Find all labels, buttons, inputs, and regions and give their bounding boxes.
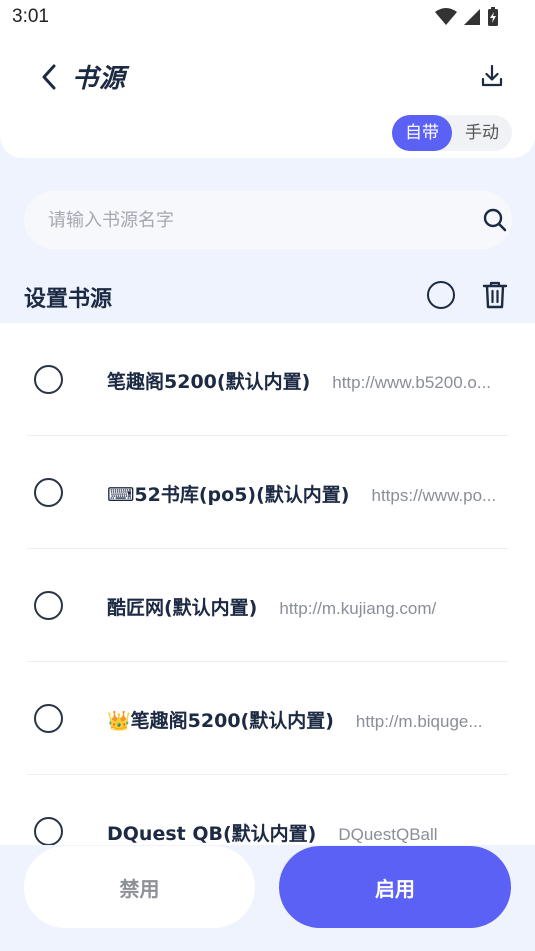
header-card: 3:01 书源 自带 手动 [0, 0, 535, 158]
status-icons [435, 7, 499, 27]
list-item[interactable]: ⌨52书库(po5)(默认内置) https://www.po... [0, 436, 535, 549]
item-text: ⌨52书库(po5)(默认内置) https://www.po... [107, 480, 507, 507]
source-url: http://m.biquge... [355, 712, 483, 731]
source-name: DQuest QB(默认内置) [107, 823, 317, 845]
bottom-action-bar: 禁用 启用 [0, 845, 535, 951]
download-icon [481, 64, 503, 87]
trash-icon [482, 281, 508, 309]
back-button[interactable] [36, 62, 62, 92]
list-item[interactable]: 笔趣阁5200(默认内置) http://www.b5200.o... [0, 323, 535, 436]
list-item[interactable]: 👑笔趣阁5200(默认内置) http://m.biquge... [0, 662, 535, 775]
status-bar: 3:01 [0, 0, 535, 36]
source-url: https://www.po... [371, 486, 497, 505]
chevron-left-icon [42, 64, 56, 90]
search-bar [24, 191, 512, 249]
search-button[interactable] [482, 207, 508, 233]
battery-icon [488, 7, 498, 26]
item-text: 👑笔趣阁5200(默认内置) http://m.biquge... [107, 706, 507, 733]
enable-button[interactable]: 启用 [279, 846, 511, 928]
item-radio[interactable] [34, 591, 63, 620]
mode-toggle: 自带 手动 [392, 115, 512, 151]
list-item[interactable]: 酷匠网(默认内置) http://m.kujiang.com/ [0, 549, 535, 662]
page-title: 书源 [72, 64, 127, 94]
mode-manual-tab[interactable]: 手动 [452, 115, 512, 151]
item-text: 笔趣阁5200(默认内置) http://www.b5200.o... [107, 367, 507, 394]
item-radio[interactable] [34, 704, 63, 733]
signal-icon [464, 9, 480, 25]
disable-button[interactable]: 禁用 [24, 846, 255, 928]
source-url: DQuestQBall [338, 825, 438, 844]
mode-auto-tab[interactable]: 自带 [392, 115, 452, 151]
item-radio[interactable] [34, 817, 63, 846]
delete-button[interactable] [482, 280, 508, 310]
section-title: 设置书源 [24, 287, 113, 312]
search-input[interactable] [24, 191, 444, 249]
source-name: 笔趣阁5200(默认内置) [107, 371, 311, 393]
status-time: 3:01 [12, 6, 49, 27]
select-all-radio[interactable] [427, 281, 455, 309]
source-name: 👑笔趣阁5200(默认内置) [107, 710, 334, 732]
item-radio[interactable] [34, 365, 63, 394]
source-url: http://m.kujiang.com/ [279, 599, 437, 618]
item-text: DQuest QB(默认内置) DQuestQBall [107, 819, 507, 846]
download-button[interactable] [478, 62, 506, 90]
source-name: ⌨52书库(po5)(默认内置) [107, 484, 350, 506]
search-icon [483, 208, 507, 232]
source-url: http://www.b5200.o... [332, 373, 492, 392]
source-name: 酷匠网(默认内置) [107, 597, 258, 619]
wifi-icon [435, 8, 457, 25]
item-radio[interactable] [34, 478, 63, 507]
item-text: 酷匠网(默认内置) http://m.kujiang.com/ [107, 593, 507, 620]
